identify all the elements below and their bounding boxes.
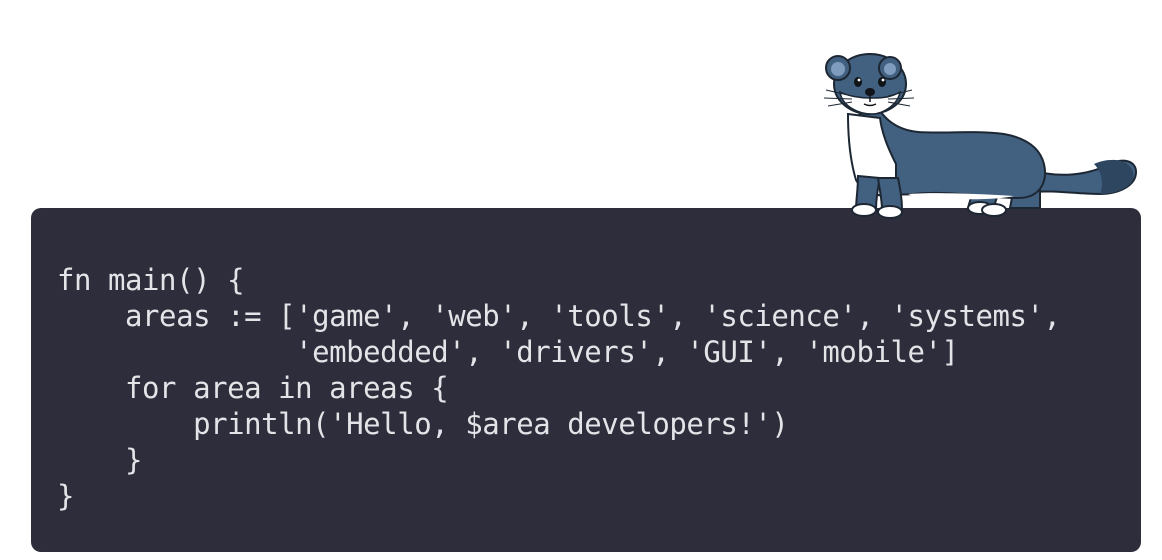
weasel-mascot-icon [823, 53, 1138, 219]
code-line-4: for area in areas { [57, 371, 449, 405]
code-block: fn main() { areas := ['game', 'web', 'to… [57, 262, 1061, 514]
code-line-1: fn main() { [57, 263, 245, 297]
code-line-7: } [57, 479, 75, 513]
code-line-3: 'embedded', 'drivers', 'GUI', 'mobile'] [57, 335, 959, 369]
code-line-5: println('Hello, $area developers!') [57, 407, 789, 441]
code-line-2: areas := ['game', 'web', 'tools', 'scien… [57, 299, 1061, 333]
code-line-6: } [57, 443, 143, 477]
